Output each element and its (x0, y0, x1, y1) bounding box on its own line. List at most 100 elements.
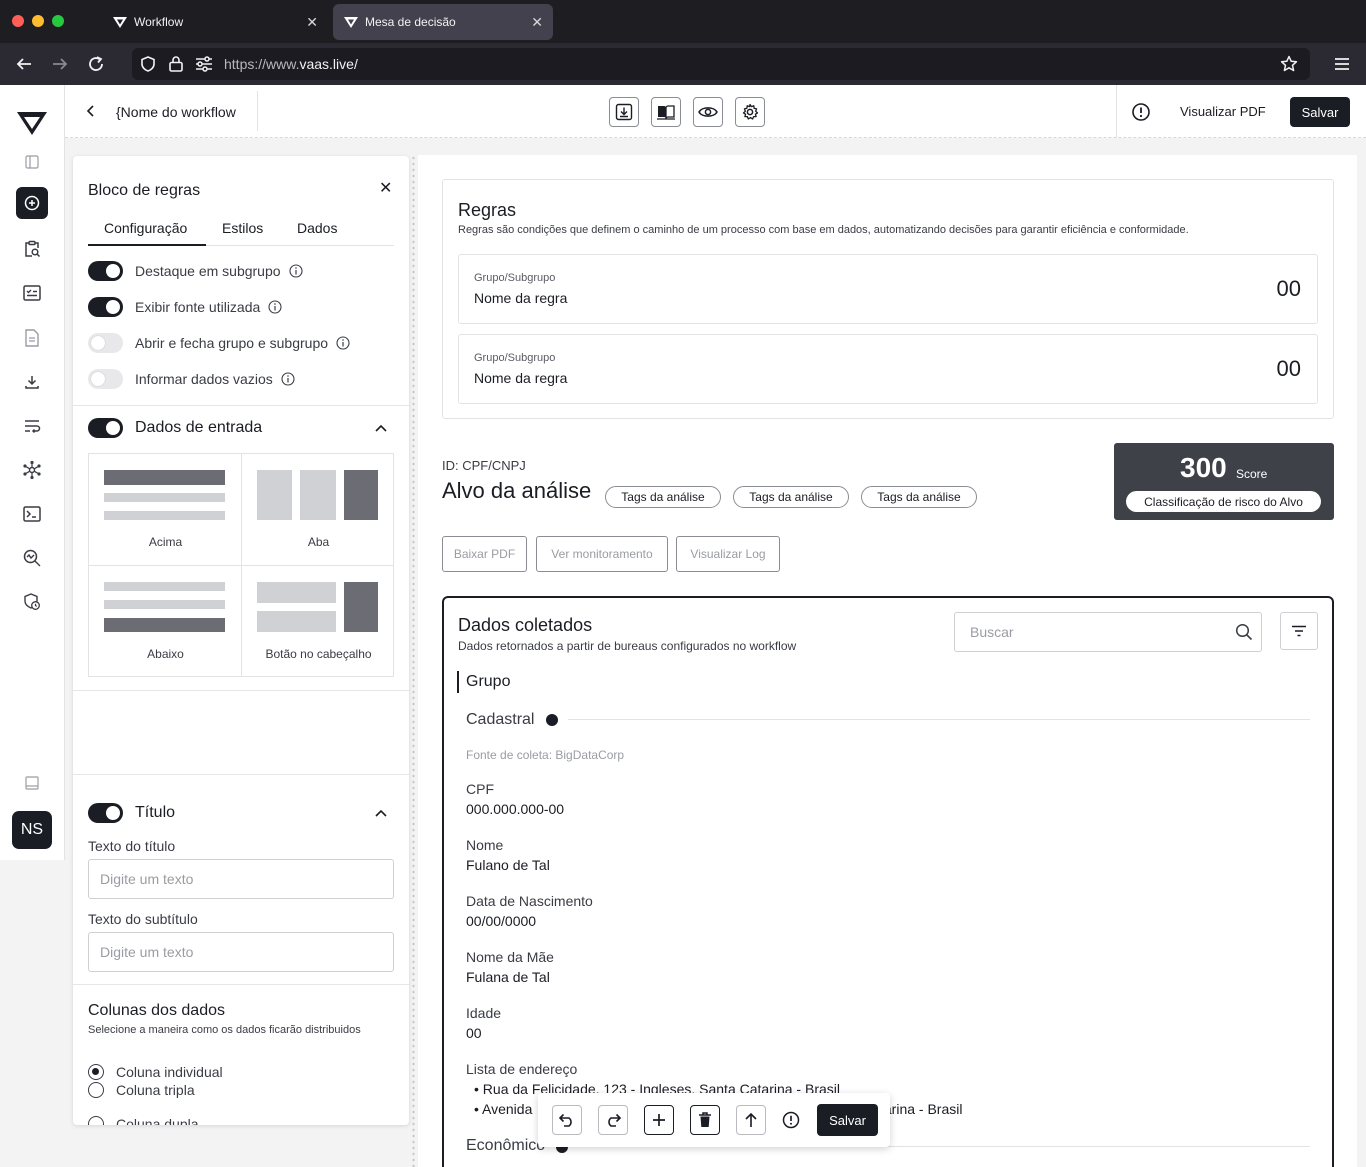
sidebar-item-network[interactable] (16, 454, 48, 486)
shield-icon[interactable] (140, 56, 156, 72)
radio-double-column[interactable]: Coluna dupla (88, 1116, 199, 1125)
floating-toolbar: Salvar (538, 1093, 890, 1147)
sidebar-item-terminal[interactable] (16, 498, 48, 530)
download-pdf-button[interactable]: Baixar PDF (442, 536, 527, 572)
text-wrap-icon (25, 420, 41, 434)
analysis-tag[interactable]: Tags da análise (861, 486, 977, 508)
sidebar-item-document[interactable] (16, 322, 48, 354)
window-minimize-button[interactable] (32, 15, 44, 27)
divider (73, 690, 409, 691)
window-maximize-button[interactable] (52, 15, 64, 27)
toggle-switch[interactable] (88, 261, 123, 281)
chevron-up-icon[interactable] (374, 421, 388, 435)
toggle-switch[interactable] (88, 297, 123, 317)
radio-triple-column[interactable]: Coluna tripla (88, 1082, 195, 1098)
avatar[interactable]: NS (12, 811, 52, 849)
settings-button[interactable] (735, 97, 765, 127)
sidebar-item-search-analytics[interactable] (16, 542, 48, 574)
export-button[interactable] (609, 97, 639, 127)
radio-button[interactable] (88, 1116, 104, 1125)
tab-close-icon[interactable]: ✕ (531, 14, 543, 31)
toggle-switch[interactable] (88, 418, 123, 438)
subtitle-text-input[interactable]: Digite um texto (88, 932, 394, 972)
back-icon[interactable] (13, 53, 35, 75)
sidebar-item-building[interactable] (16, 767, 48, 799)
browser-tab-workflow[interactable]: Workflow ✕ (102, 4, 328, 40)
data-source: Fonte de coleta: BigDataCorp (466, 748, 625, 762)
layout-option-above[interactable]: Acima (89, 454, 242, 566)
url-bar[interactable]: https://www.vaas.live/ (132, 48, 1310, 80)
view-log-button[interactable]: Visualizar Log (676, 536, 780, 572)
sidebar-item-download[interactable] (16, 366, 48, 398)
toggle-switch[interactable] (88, 333, 123, 353)
back-chevron-icon[interactable] (81, 101, 101, 121)
tab-dados[interactable]: Dados (297, 220, 337, 236)
subgroup-title[interactable]: Econômico (466, 1137, 545, 1155)
rules-description: Regras são condições que definem o camin… (458, 224, 1189, 236)
rule-group: Grupo/Subgrupo (474, 272, 556, 284)
toggle-switch[interactable] (88, 803, 123, 823)
radio-button[interactable] (88, 1064, 104, 1080)
vaas-logo-icon[interactable] (16, 110, 48, 136)
layout-option-tab[interactable]: Aba (242, 454, 395, 566)
workflow-name[interactable]: {Nome do workflow (116, 104, 236, 120)
info-icon[interactable] (782, 1111, 800, 1129)
sidebar-item-clipboard-search[interactable] (16, 233, 48, 265)
info-icon[interactable] (268, 300, 282, 314)
star-icon[interactable] (1280, 55, 1298, 73)
info-icon[interactable] (288, 264, 303, 278)
sidebar-item-add[interactable] (16, 187, 48, 219)
toggle-switch[interactable] (88, 369, 123, 389)
move-up-button[interactable] (736, 1105, 766, 1135)
tab-configuracao[interactable]: Configuração (104, 220, 187, 236)
tab-estilos[interactable]: Estilos (222, 220, 263, 236)
add-block-button[interactable] (644, 1105, 674, 1135)
sidebar-item-shield-clock[interactable] (16, 586, 48, 618)
analysis-tag[interactable]: Tags da análise (733, 486, 849, 508)
filter-icon (1292, 625, 1306, 637)
redo-button[interactable] (598, 1105, 628, 1135)
checklist-icon (23, 285, 41, 301)
book-icon (657, 105, 675, 120)
rule-item[interactable]: Grupo/Subgrupo Nome da regra 00 (458, 334, 1318, 404)
undo-button[interactable] (552, 1105, 582, 1135)
search-input[interactable]: Buscar (954, 612, 1262, 652)
preview-pdf-button[interactable]: Visualizar PDF (1180, 104, 1266, 119)
forward-icon[interactable] (49, 53, 71, 75)
sidebar-toggle-icon[interactable] (16, 146, 48, 178)
layout-option-below[interactable]: Abaixo (89, 566, 242, 678)
window-close-button[interactable] (12, 15, 24, 27)
filter-button[interactable] (1280, 612, 1318, 650)
reload-icon[interactable] (85, 53, 107, 75)
sidebar-item-checklist[interactable] (16, 277, 48, 309)
rule-item[interactable]: Grupo/Subgrupo Nome da regra 00 (458, 254, 1318, 324)
info-icon[interactable] (336, 336, 350, 350)
subgroup-title[interactable]: Cadastral (466, 711, 534, 729)
subgroup-line (568, 719, 1310, 720)
permissions-icon[interactable] (195, 56, 213, 72)
sidebar-item-text-wrap[interactable] (16, 410, 48, 442)
info-icon[interactable] (281, 372, 295, 386)
analysis-tag[interactable]: Tags da análise (605, 486, 721, 508)
browser-tab-decision[interactable]: Mesa de decisão ✕ (333, 4, 553, 40)
tab-close-icon[interactable]: ✕ (306, 14, 318, 31)
docs-button[interactable] (651, 97, 681, 127)
floating-save-button[interactable]: Salvar (817, 1104, 878, 1136)
save-button[interactable]: Salvar (1290, 97, 1350, 127)
view-monitoring-button[interactable]: Ver monitoramento (536, 536, 668, 572)
menu-icon[interactable] (1331, 53, 1353, 75)
close-icon[interactable]: ✕ (379, 178, 392, 198)
chevron-up-icon[interactable] (374, 806, 388, 820)
title-text-input[interactable]: Digite um texto (88, 859, 394, 899)
info-icon[interactable] (1131, 102, 1151, 122)
preview-button[interactable] (693, 97, 723, 127)
divider (73, 405, 409, 406)
group-label: Grupo (466, 673, 511, 690)
url-text[interactable]: https://www.vaas.live/ (224, 56, 358, 72)
radio-button[interactable] (88, 1082, 104, 1098)
lock-icon[interactable] (168, 55, 184, 72)
layout-option-header-button[interactable]: Botão no cabeçalho (242, 566, 395, 678)
delete-block-button[interactable] (690, 1105, 720, 1135)
search-icon[interactable] (1235, 623, 1253, 641)
radio-single-column[interactable]: Coluna individual (88, 1064, 223, 1080)
